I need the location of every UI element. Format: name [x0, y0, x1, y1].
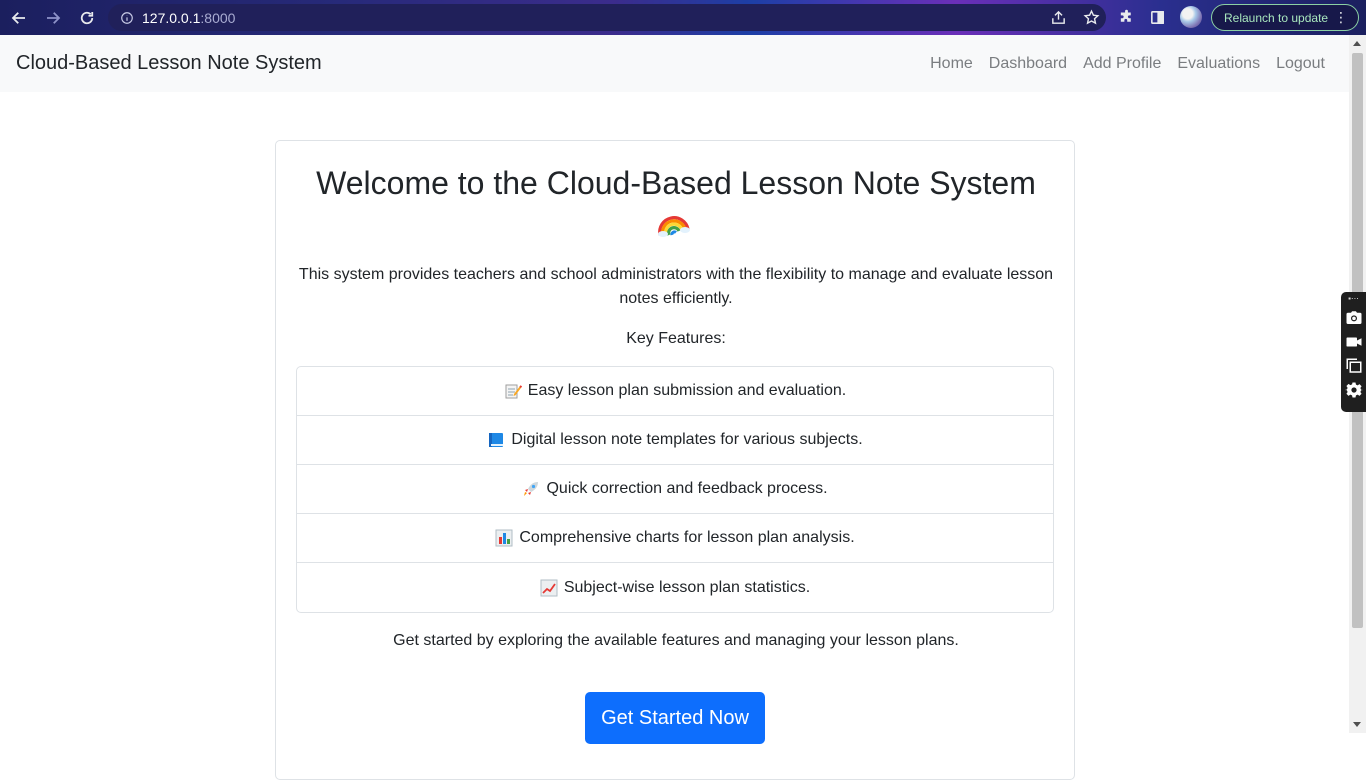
nav-link-home[interactable]: Home	[922, 55, 981, 73]
browser-toolbar: 127.0.0.1:8000 Relaunch to update ⋮	[0, 0, 1366, 35]
info-icon[interactable]	[120, 11, 134, 25]
list-item: Comprehensive charts for lesson plan ana…	[297, 514, 1053, 563]
feature-text: Comprehensive charts for lesson plan ana…	[519, 529, 855, 546]
url-text[interactable]: 127.0.0.1:8000	[142, 10, 235, 26]
scroll-down-arrow[interactable]	[1353, 722, 1361, 727]
star-icon[interactable]	[1083, 9, 1100, 26]
address-bar[interactable]: 127.0.0.1:8000	[108, 4, 1106, 31]
app-navbar: Cloud-Based Lesson Note System Home Dash…	[0, 35, 1349, 92]
profile-avatar[interactable]	[1180, 6, 1202, 28]
back-button[interactable]	[4, 3, 34, 33]
forward-button[interactable]	[38, 3, 68, 33]
scroll-up-arrow[interactable]	[1353, 41, 1361, 46]
side-panel-icon[interactable]	[1149, 9, 1166, 26]
window-icon[interactable]	[1345, 357, 1363, 375]
relaunch-button[interactable]: Relaunch to update ⋮	[1211, 4, 1359, 31]
feature-text: Quick correction and feedback process.	[546, 480, 828, 497]
url-port: :8000	[200, 9, 236, 26]
list-item: Subject-wise lesson plan statistics.	[297, 563, 1053, 612]
nav-link-logout[interactable]: Logout	[1268, 55, 1333, 73]
features-list: Easy lesson plan submission and evaluati…	[296, 366, 1054, 613]
feature-text: Subject-wise lesson plan statistics.	[563, 578, 811, 596]
arrow-right-icon	[47, 11, 61, 24]
camera-icon[interactable]	[1345, 309, 1363, 327]
system-description: This system provides teachers and school…	[298, 266, 1054, 307]
reload-icon	[80, 11, 94, 24]
feature-text: Digital lesson note templates for variou…	[511, 431, 863, 448]
get-started-button[interactable]: Get Started Now	[585, 692, 765, 744]
capture-toolbar: ▪⋯	[1341, 292, 1366, 412]
key-features-heading: Key Features:	[626, 330, 726, 347]
rocket-icon	[522, 480, 540, 498]
welcome-card: Welcome to the Cloud-Based Lesson Note S…	[275, 140, 1075, 780]
nav-links: Home Dashboard Add Profile Evaluations L…	[922, 35, 1333, 92]
list-item: Easy lesson plan submission and evaluati…	[297, 367, 1053, 416]
menu-dots-icon[interactable]: ⋮	[1334, 10, 1348, 24]
nav-link-evaluations[interactable]: Evaluations	[1169, 55, 1268, 73]
settings-gear-icon[interactable]	[1344, 381, 1363, 399]
rainbow-icon	[658, 216, 690, 237]
nav-link-dashboard[interactable]: Dashboard	[981, 55, 1075, 73]
nav-link-add-profile[interactable]: Add Profile	[1075, 55, 1169, 73]
memo-icon	[504, 382, 522, 400]
page-title: Welcome to the Cloud-Based Lesson Note S…	[316, 165, 1036, 201]
reload-button[interactable]	[72, 3, 102, 33]
url-host: 127.0.0.1	[142, 9, 201, 26]
get-started-text: Get started by exploring the available f…	[393, 632, 959, 649]
chart-increasing-icon	[540, 579, 558, 597]
blue-book-icon	[487, 431, 505, 449]
video-camera-icon[interactable]	[1345, 333, 1363, 351]
feature-text: Easy lesson plan submission and evaluati…	[527, 382, 847, 399]
relaunch-label: Relaunch to update	[1224, 10, 1329, 25]
extensions-icon[interactable]	[1118, 9, 1135, 26]
bar-chart-icon	[495, 529, 513, 547]
arrow-left-icon	[11, 11, 25, 24]
navbar-brand[interactable]: Cloud-Based Lesson Note System	[16, 52, 322, 75]
list-item: Quick correction and feedback process.	[297, 465, 1053, 514]
list-item: Digital lesson note templates for variou…	[297, 416, 1053, 465]
share-icon[interactable]	[1050, 9, 1067, 26]
drag-grip-icon[interactable]: ▪⋯	[1348, 295, 1359, 303]
